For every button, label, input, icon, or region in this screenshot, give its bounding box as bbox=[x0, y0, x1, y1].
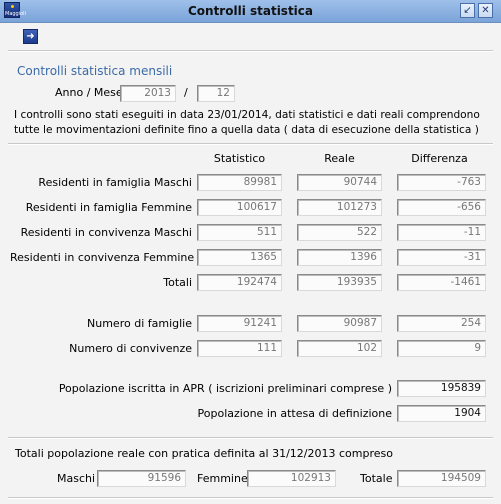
toolbar: ➜ bbox=[0, 23, 501, 49]
differenza-famiglia-femmine[interactable]: -656 bbox=[397, 199, 486, 216]
apr-field[interactable]: 195839 bbox=[397, 380, 486, 397]
differenza-totali[interactable]: -1461 bbox=[397, 274, 486, 291]
footer-divider bbox=[8, 437, 493, 439]
arrow-right-icon[interactable]: ➜ bbox=[23, 29, 38, 44]
column-header-reale: Reale bbox=[324, 152, 355, 165]
maschi-field[interactable]: 91596 bbox=[97, 470, 186, 487]
reale-convivenze[interactable]: 102 bbox=[297, 340, 382, 357]
reale-convivenza-maschi[interactable]: 522 bbox=[297, 224, 382, 241]
restore-icon[interactable]: ↙ bbox=[460, 3, 475, 18]
row-label-famiglia-maschi: Residenti in famiglia Maschi bbox=[38, 176, 192, 189]
femmine-field[interactable]: 102913 bbox=[247, 470, 336, 487]
row-label-convivenze: Numero di convivenze bbox=[69, 342, 192, 355]
statistico-convivenze[interactable]: 111 bbox=[197, 340, 282, 357]
differenza-convivenza-femmine[interactable]: -31 bbox=[397, 249, 486, 266]
toolbar-divider bbox=[8, 50, 493, 52]
totale-label: Totale bbox=[360, 472, 393, 485]
period-label: Anno / Mese bbox=[55, 86, 123, 99]
apr-label: Popolazione iscritta in APR ( iscrizioni… bbox=[58, 382, 392, 395]
differenza-famiglia-maschi[interactable]: -763 bbox=[397, 174, 486, 191]
execution-description: I controlli sono stati eseguiti in data … bbox=[14, 109, 480, 136]
femmine-label: Femmine bbox=[197, 472, 248, 485]
window-title: Controlli statistica bbox=[187, 4, 314, 18]
statistico-famiglia-femmine[interactable]: 100617 bbox=[197, 199, 282, 216]
bottom-divider bbox=[8, 497, 493, 499]
reale-totali[interactable]: 193935 bbox=[297, 274, 382, 291]
statistico-famiglia-maschi[interactable]: 89981 bbox=[197, 174, 282, 191]
section-title: Controlli statistica mensili bbox=[17, 64, 173, 78]
section-divider bbox=[8, 143, 493, 145]
totali-reali-caption: Totali popolazione reale con pratica def… bbox=[15, 447, 393, 460]
maschi-label: Maschi bbox=[57, 472, 96, 485]
reale-convivenza-femmine[interactable]: 1396 bbox=[297, 249, 382, 266]
row-label-convivenza-femmine: Residenti in convivenza Femmine bbox=[10, 251, 195, 264]
statistico-totali[interactable]: 192474 bbox=[197, 274, 282, 291]
column-header-differenza: Differenza bbox=[411, 152, 468, 165]
differenza-famiglie[interactable]: 254 bbox=[397, 315, 486, 332]
title-bar[interactable]: Maggioli Controlli statistica ↙ ✕ bbox=[0, 0, 501, 23]
period-separator: / bbox=[184, 86, 188, 99]
month-field[interactable]: 12 bbox=[197, 85, 235, 102]
reale-famiglia-femmine[interactable]: 101273 bbox=[297, 199, 382, 216]
reale-famiglie[interactable]: 90987 bbox=[297, 315, 382, 332]
close-icon[interactable]: ✕ bbox=[478, 3, 493, 18]
attesa-field[interactable]: 1904 bbox=[397, 405, 486, 422]
statistico-convivenza-femmine[interactable]: 1365 bbox=[197, 249, 282, 266]
statistico-convivenza-maschi[interactable]: 511 bbox=[197, 224, 282, 241]
row-label-convivenza-maschi: Residenti in convivenza Maschi bbox=[20, 226, 192, 239]
column-header-statistico: Statistico bbox=[213, 152, 266, 165]
row-label-famiglie: Numero di famiglie bbox=[87, 317, 192, 330]
totale-field[interactable]: 194509 bbox=[397, 470, 486, 487]
attesa-label: Popolazione in attesa di definizione bbox=[197, 407, 392, 420]
year-field[interactable]: 2013 bbox=[120, 85, 176, 102]
row-label-totali: Totali bbox=[163, 276, 192, 289]
reale-famiglia-maschi[interactable]: 90744 bbox=[297, 174, 382, 191]
differenza-convivenze[interactable]: 9 bbox=[397, 340, 486, 357]
differenza-convivenza-maschi[interactable]: -11 bbox=[397, 224, 486, 241]
main-window: Maggioli Controlli statistica ↙ ✕ ➜ Cont… bbox=[0, 0, 501, 504]
statistico-famiglie[interactable]: 91241 bbox=[197, 315, 282, 332]
row-label-famiglia-femmine: Residenti in famiglia Femmine bbox=[25, 201, 192, 214]
